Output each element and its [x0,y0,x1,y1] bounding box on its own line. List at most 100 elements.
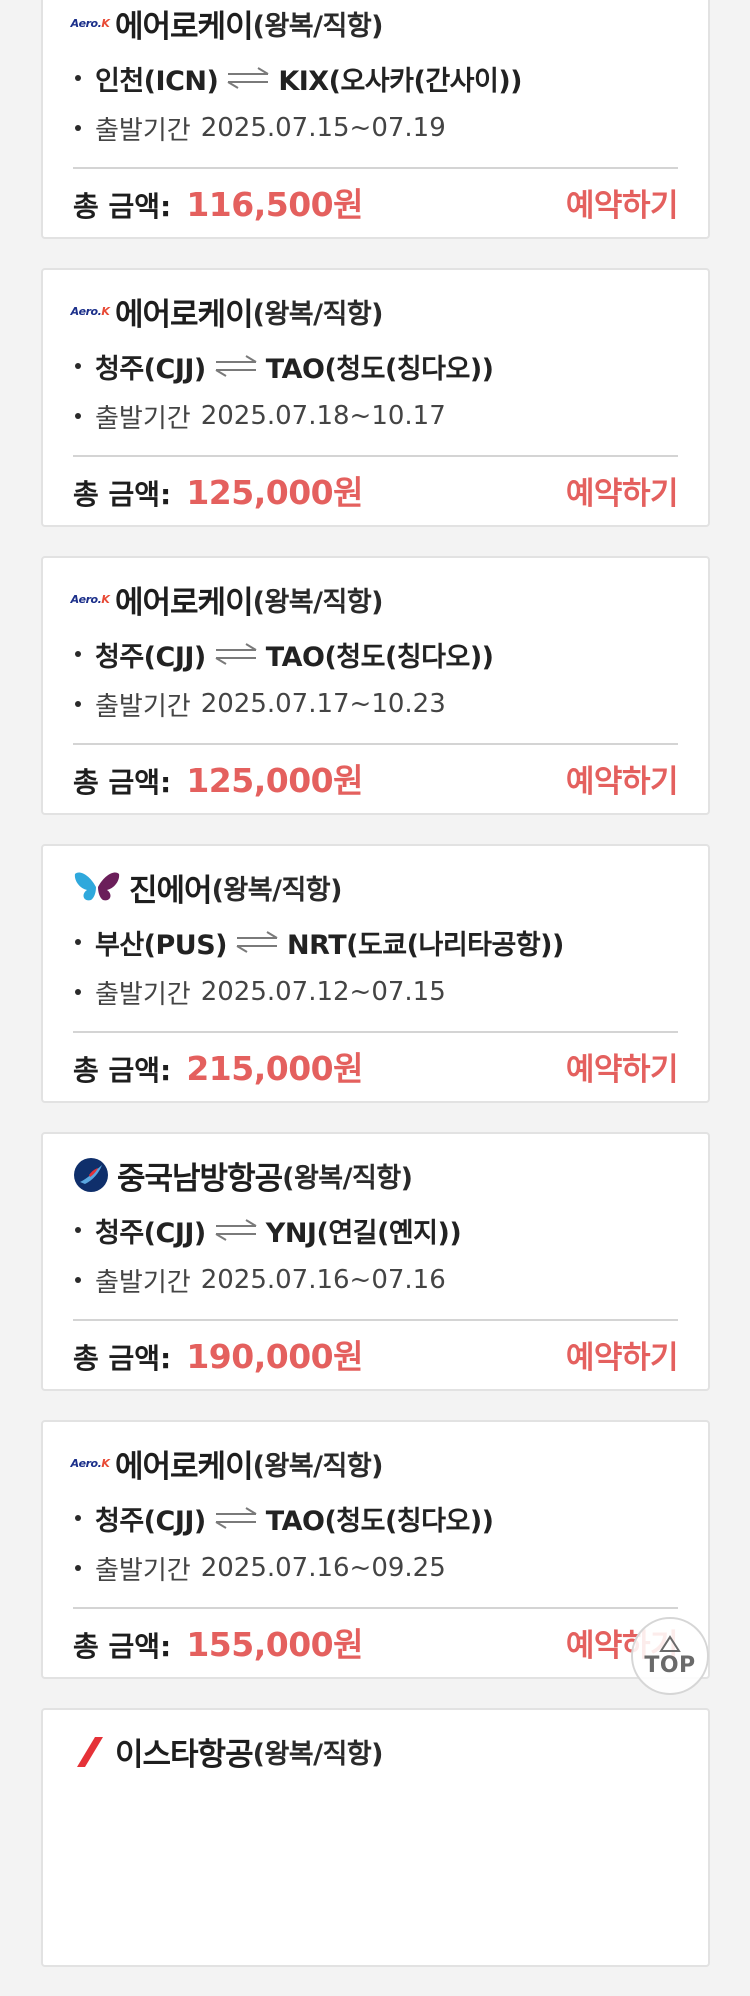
scroll-to-top-button[interactable]: TOP [631,1617,709,1695]
airline-name: 에어로케이 [115,296,254,333]
book-button[interactable]: 예약하기 [566,180,679,225]
flight-card[interactable]: 진에어 (왕복/직항) 부산(PUS) NRT(도쿄(나리타공항)) 출발기간 … [41,844,710,1103]
flight-card[interactable]: 이스타항공 (왕복/직항) [41,1708,710,1967]
origin-airport: 청주(CJJ) [95,1217,206,1249]
trip-type: (왕복/직항) [211,874,343,906]
period-label: 출발기간 [95,979,191,1010]
destination-airport: TAO(청도(칭다오)) [265,353,494,385]
bullet-icon [75,1515,81,1521]
route-row: 청주(CJJ) TAO(청도(칭다오)) [73,348,494,385]
card-header: 이스타항공 (왕복/직항) [73,1728,384,1774]
round-trip-arrows-icon [215,355,257,377]
flight-card[interactable]: Aero. K 에어로케이 (왕복/직항) 인천(ICN) KIX(오사카(간사이… [41,0,710,239]
jinair-butterfly-logo-icon [74,872,120,901]
flight-card[interactable]: 중국남방항공 (왕복/직항) 청주(CJJ) YNJ(연길(옌지)) 출발기간 … [41,1132,710,1391]
divider [73,1607,678,1609]
divider [73,1031,678,1033]
card-header: Aero. K 에어로케이 (왕복/직항) [71,288,384,334]
aerok-logo-icon: Aero. K [70,1456,110,1470]
airline-name: 에어로케이 [115,8,254,45]
airline-name: 에어로케이 [115,1448,254,1485]
departure-period-row: 출발기간 2025.07.16~07.16 [73,1262,446,1298]
total-price: 190,000원 [186,1337,363,1376]
book-button[interactable]: 예약하기 [566,1044,679,1089]
flight-card[interactable]: Aero. K 에어로케이 (왕복/직항) 청주(CJJ) TAO(청도(칭다오)… [41,1420,710,1679]
card-header: 중국남방항공 (왕복/직항) [73,1152,413,1198]
bullet-icon [75,989,81,995]
divider [73,167,678,169]
bullet-icon [75,1565,81,1571]
card-footer: 총 금액: 125,000원 예약하기 [73,466,679,514]
round-trip-arrows-icon [215,1219,257,1241]
card-footer: 총 금액: 116,500원 예약하기 [73,178,679,226]
bullet-icon [75,413,81,419]
card-footer: 총 금액: 190,000원 예약하기 [73,1330,679,1378]
book-button[interactable]: 예약하기 [566,1332,679,1377]
card-header: Aero. K 에어로케이 (왕복/직항) [70,1440,384,1486]
route-row: 청주(CJJ) YNJ(연길(옌지)) [73,1212,462,1249]
round-trip-arrows-icon [227,67,269,89]
total-price: 116,500원 [186,185,363,224]
round-trip-arrows-icon [215,643,257,665]
airline-name: 진에어 [129,872,213,909]
card-footer: 총 금액: 155,000원 예약하기 [73,1618,679,1666]
trip-type: (왕복/직항) [252,10,384,42]
period-value: 2025.07.12~07.15 [200,977,446,1007]
book-button[interactable]: 예약하기 [566,756,679,801]
card-header: Aero. K 에어로케이 (왕복/직항) [70,0,384,46]
origin-airport: 청주(CJJ) [95,641,206,673]
destination-airport: NRT(도쿄(나리타공항)) [287,929,564,961]
bullet-icon [75,1227,81,1233]
divider [73,743,678,745]
destination-airport: TAO(청도(칭다오)) [265,641,494,673]
departure-period-row: 출발기간 2025.07.17~10.23 [73,686,446,722]
period-label: 출발기간 [95,691,191,722]
period-value: 2025.07.16~07.16 [200,1265,446,1295]
total-label: 총 금액: [73,1342,172,1375]
trip-type: (왕복/직항) [252,1738,384,1770]
eastar-logo-icon [77,1737,103,1767]
total-label: 총 금액: [73,766,172,799]
total-price: 215,000원 [186,1049,363,1088]
airline-name: 중국남방항공 [117,1160,283,1197]
card-footer: 총 금액: 125,000원 예약하기 [73,754,679,802]
period-value: 2025.07.18~10.17 [200,401,446,431]
total-price: 125,000원 [186,761,363,800]
period-label: 출발기간 [95,1267,191,1298]
bullet-icon [75,1277,81,1283]
trip-type: (왕복/직항) [252,586,384,618]
route-row: 청주(CJJ) TAO(청도(칭다오)) [73,636,494,673]
trip-type: (왕복/직항) [252,298,384,330]
airline-name: 에어로케이 [115,584,254,621]
aerok-logo-icon: Aero. K [70,592,110,606]
bullet-icon [75,125,81,131]
airline-name: 이스타항공 [115,1736,254,1773]
total-price: 125,000원 [186,473,363,512]
aerok-logo-icon: Aero. K [70,16,110,30]
period-label: 출발기간 [95,403,191,434]
total-label: 총 금액: [73,190,172,223]
departure-period-row: 출발기간 2025.07.15~07.19 [73,110,446,146]
route-row: 청주(CJJ) TAO(청도(칭다오)) [73,1500,494,1537]
departure-period-row: 출발기간 2025.07.12~07.15 [73,974,446,1010]
flight-card[interactable]: Aero. K 에어로케이 (왕복/직항) 청주(CJJ) TAO(청도(칭다오)… [41,556,710,815]
total-label: 총 금액: [73,1054,172,1087]
destination-airport: TAO(청도(칭다오)) [265,1505,494,1537]
route-row: 부산(PUS) NRT(도쿄(나리타공항)) [73,924,564,961]
bullet-icon [75,651,81,657]
route-row: 인천(ICN) KIX(오사카(간사이)) [73,60,523,97]
flight-card[interactable]: Aero. K 에어로케이 (왕복/직항) 청주(CJJ) TAO(청도(칭다오)… [41,268,710,527]
departure-period-row: 출발기간 2025.07.16~09.25 [73,1550,446,1586]
period-value: 2025.07.16~09.25 [200,1553,446,1583]
origin-airport: 부산(PUS) [95,929,228,961]
triangle-up-icon [659,1635,681,1652]
china-southern-logo-icon [74,1158,108,1192]
book-button[interactable]: 예약하기 [566,468,679,513]
destination-airport: KIX(오사카(간사이)) [278,65,523,97]
bullet-icon [75,939,81,945]
bullet-icon [75,75,81,81]
total-label: 총 금액: [73,1630,172,1663]
flight-deal-list: Aero. K 에어로케이 (왕복/직항) 인천(ICN) KIX(오사카(간사이… [0,0,750,1996]
round-trip-arrows-icon [215,1507,257,1529]
card-header: Aero. K 에어로케이 (왕복/직항) [70,576,384,622]
